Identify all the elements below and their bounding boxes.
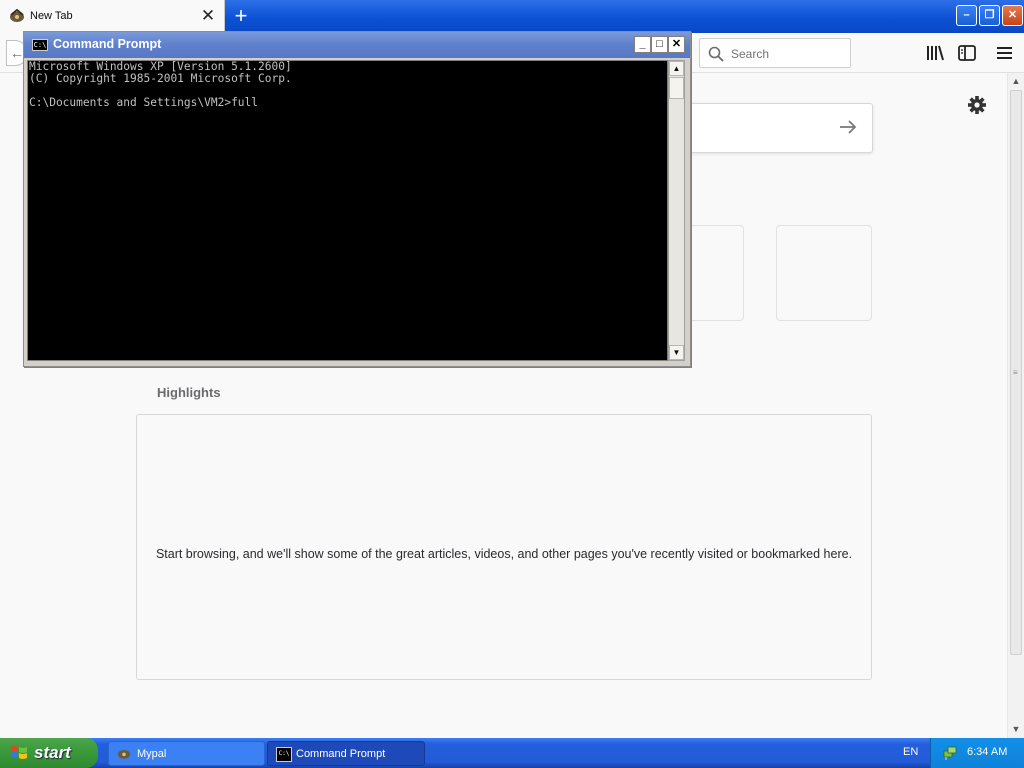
arrow-right-icon[interactable] (837, 116, 859, 138)
window-title: Command Prompt (53, 37, 162, 51)
console-text: Microsoft Windows XP [Version 5.1.2600] … (29, 60, 292, 109)
start-label: start (34, 743, 71, 762)
scrollbar-grip-icon: ≡ (1013, 368, 1018, 377)
mypal-favicon-icon (10, 9, 24, 22)
cmd-maximize-button[interactable]: □ (651, 36, 668, 53)
console-scroll-up-icon[interactable]: ▲ (669, 61, 684, 76)
new-tab-button[interactable]: + (229, 4, 253, 28)
search-input[interactable]: Search (699, 38, 851, 68)
taskbar-item-mypal[interactable]: Mypal (108, 741, 265, 766)
console-output-area[interactable]: Microsoft Windows XP [Version 5.1.2600] … (27, 60, 668, 361)
highlights-empty-message: Start browsing, and we'll show some of t… (155, 547, 853, 561)
library-icon[interactable] (924, 43, 946, 63)
browser-restore-button[interactable]: ❐ (979, 5, 1000, 26)
taskbar-item-label: Mypal (137, 748, 167, 760)
search-placeholder: Search (731, 47, 770, 61)
sidebar-icon[interactable] (956, 43, 978, 63)
console-scroll-down-icon[interactable]: ▼ (669, 345, 684, 360)
windows-logo-icon (11, 746, 27, 759)
scroll-down-icon[interactable]: ▼ (1008, 721, 1024, 738)
tab-title: New Tab (30, 10, 73, 22)
cmd-minimize-button[interactable]: _ (634, 36, 651, 53)
console-scrollbar-thumb[interactable] (669, 77, 684, 99)
browser-close-button[interactable]: ✕ (1002, 5, 1023, 26)
clock: 6:34 AM (967, 746, 1008, 758)
language-indicator[interactable]: EN (903, 746, 918, 758)
console-icon: C:\ (32, 39, 48, 51)
search-icon (708, 46, 724, 62)
console-icon: C:\ (276, 747, 292, 762)
taskbar-item-command-prompt[interactable]: C:\ Command Prompt (267, 741, 425, 766)
network-tray-icon[interactable] (942, 745, 958, 761)
taskbar-item-label: Command Prompt (296, 748, 386, 760)
highlights-heading: Highlights (157, 385, 221, 400)
cmd-close-button[interactable]: ✕ (668, 36, 685, 53)
console-scrollbar[interactable] (668, 60, 685, 361)
tab-close-icon[interactable]: ✕ (200, 6, 216, 26)
browser-minimize-button[interactable]: – (956, 5, 977, 26)
gear-icon[interactable] (966, 94, 988, 116)
tab-new-tab[interactable]: New Tab ✕ (0, 0, 225, 33)
menu-icon[interactable] (994, 43, 1016, 63)
scroll-up-icon[interactable]: ▲ (1008, 73, 1024, 90)
top-site-tile[interactable] (776, 225, 872, 321)
mypal-icon (117, 750, 131, 759)
